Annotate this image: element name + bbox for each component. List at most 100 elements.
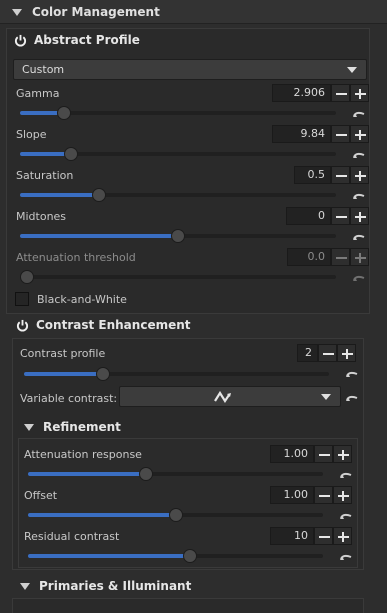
slider-handle[interactable] <box>171 229 185 243</box>
contrast-profile-value[interactable]: 2 <box>297 344 318 362</box>
collapse-triangle-icon <box>12 8 22 16</box>
slider-value[interactable]: 9.84 <box>272 125 331 143</box>
slider-value[interactable]: 0.0 <box>287 248 331 266</box>
collapse-triangle-icon <box>20 583 30 590</box>
slider-fill <box>24 372 101 376</box>
increase-button[interactable] <box>350 207 369 225</box>
decrease-button[interactable] <box>318 344 337 362</box>
color-management-header[interactable]: Color Management <box>0 0 387 24</box>
slider-label: Residual contrast <box>24 530 120 543</box>
dropdown-arrow-icon <box>347 67 357 73</box>
slider-value[interactable]: 0.5 <box>294 166 331 184</box>
decrease-button[interactable] <box>331 166 350 184</box>
black-and-white-checkbox[interactable] <box>15 292 29 306</box>
decrease-button[interactable] <box>314 486 333 504</box>
increase-button[interactable] <box>333 445 352 463</box>
abstract-profile-title: Abstract Profile <box>34 33 140 47</box>
refinement-title: Refinement <box>43 420 121 434</box>
reset-arrow-icon[interactable] <box>345 368 359 380</box>
reset-arrow-icon[interactable] <box>352 149 366 161</box>
decrease-button[interactable] <box>314 445 333 463</box>
slider-track[interactable] <box>28 508 323 522</box>
slider-track[interactable] <box>20 270 336 284</box>
slider-value[interactable]: 0 <box>286 207 331 225</box>
slider-spinner[interactable]: 1.00 <box>270 445 352 463</box>
contrast-enhancement-title: Contrast Enhancement <box>36 318 191 332</box>
variable-contrast-label: Variable contrast: <box>20 392 118 405</box>
slider-label: Slope <box>16 128 47 141</box>
slider-handle[interactable] <box>169 508 183 522</box>
abstract-profile-value: Custom <box>22 63 65 76</box>
slider-label: Attenuation threshold <box>16 251 136 264</box>
decrease-button[interactable] <box>331 207 350 225</box>
slider-track[interactable] <box>28 467 323 481</box>
slider-fill <box>28 554 191 558</box>
slider-handle[interactable] <box>57 106 71 120</box>
color-management-panel: Color Management Abstract Profile Custom… <box>0 0 387 613</box>
slider-handle[interactable] <box>96 367 110 381</box>
reset-arrow-icon[interactable] <box>339 510 353 522</box>
reset-arrow-icon[interactable] <box>352 190 366 202</box>
slider-label: Offset <box>24 489 58 502</box>
slider-spinner[interactable]: 10 <box>270 527 352 545</box>
increase-button[interactable] <box>337 344 356 362</box>
slider-value[interactable]: 1.00 <box>270 445 314 463</box>
increase-button[interactable] <box>350 248 369 266</box>
slider-track[interactable] <box>20 147 336 161</box>
slider-spinner[interactable]: 0.0 <box>287 248 369 266</box>
reset-arrow-icon[interactable] <box>352 272 366 284</box>
slider-fill <box>28 472 146 476</box>
reset-arrow-icon[interactable] <box>345 392 359 404</box>
slider-spinner[interactable]: 2.906 <box>272 84 369 102</box>
slider-track[interactable] <box>20 106 336 120</box>
slider-fill <box>20 234 178 238</box>
slider-value[interactable]: 1.00 <box>270 486 314 504</box>
abstract-profile-combo[interactable]: Custom <box>13 59 367 80</box>
slider-handle[interactable] <box>92 188 106 202</box>
abstract-profile-header[interactable]: Abstract Profile <box>14 33 140 47</box>
black-and-white-label: Black-and-White <box>37 293 127 306</box>
power-icon[interactable] <box>16 319 29 332</box>
slider-handle[interactable] <box>139 467 153 481</box>
contrast-profile-slider[interactable] <box>24 367 329 381</box>
increase-button[interactable] <box>333 527 352 545</box>
dropdown-arrow-icon <box>321 394 331 400</box>
slider-value[interactable]: 10 <box>270 527 314 545</box>
slider-spinner[interactable]: 0 <box>286 207 369 225</box>
reset-arrow-icon[interactable] <box>352 231 366 243</box>
collapse-triangle-icon <box>24 424 34 431</box>
decrease-button[interactable] <box>331 125 350 143</box>
slider-spinner[interactable]: 1.00 <box>270 486 352 504</box>
slider-track[interactable] <box>20 188 336 202</box>
decrease-button[interactable] <box>331 248 350 266</box>
slider-spinner[interactable]: 9.84 <box>272 125 369 143</box>
reset-arrow-icon[interactable] <box>339 551 353 563</box>
slider-value[interactable]: 2.906 <box>272 84 331 102</box>
contrast-profile-label: Contrast profile <box>20 347 106 360</box>
primaries-illuminant-header[interactable]: Primaries & Illuminant <box>20 579 191 593</box>
slider-fill <box>20 152 71 156</box>
increase-button[interactable] <box>350 166 369 184</box>
slider-track[interactable] <box>28 549 323 563</box>
slider-handle[interactable] <box>64 147 78 161</box>
increase-button[interactable] <box>333 486 352 504</box>
increase-button[interactable] <box>350 84 369 102</box>
power-icon[interactable] <box>14 34 27 47</box>
variable-contrast-combo[interactable] <box>119 386 341 407</box>
slider-fill <box>28 513 176 517</box>
decrease-button[interactable] <box>314 527 333 545</box>
slider-spinner[interactable]: 0.5 <box>294 166 369 184</box>
contrast-profile-spinner[interactable]: 2 <box>297 344 356 362</box>
reset-arrow-icon[interactable] <box>339 469 353 481</box>
reset-arrow-icon[interactable] <box>352 108 366 120</box>
increase-button[interactable] <box>350 125 369 143</box>
color-management-title: Color Management <box>32 4 160 19</box>
decrease-button[interactable] <box>331 84 350 102</box>
contrast-enhancement-header[interactable]: Contrast Enhancement <box>16 318 191 332</box>
primaries-illuminant-section <box>12 598 364 613</box>
slider-handle[interactable] <box>183 549 197 563</box>
refinement-header[interactable]: Refinement <box>24 420 121 434</box>
slider-handle[interactable] <box>20 270 34 284</box>
slider-track[interactable] <box>20 229 336 243</box>
slider-label: Midtones <box>16 210 67 223</box>
